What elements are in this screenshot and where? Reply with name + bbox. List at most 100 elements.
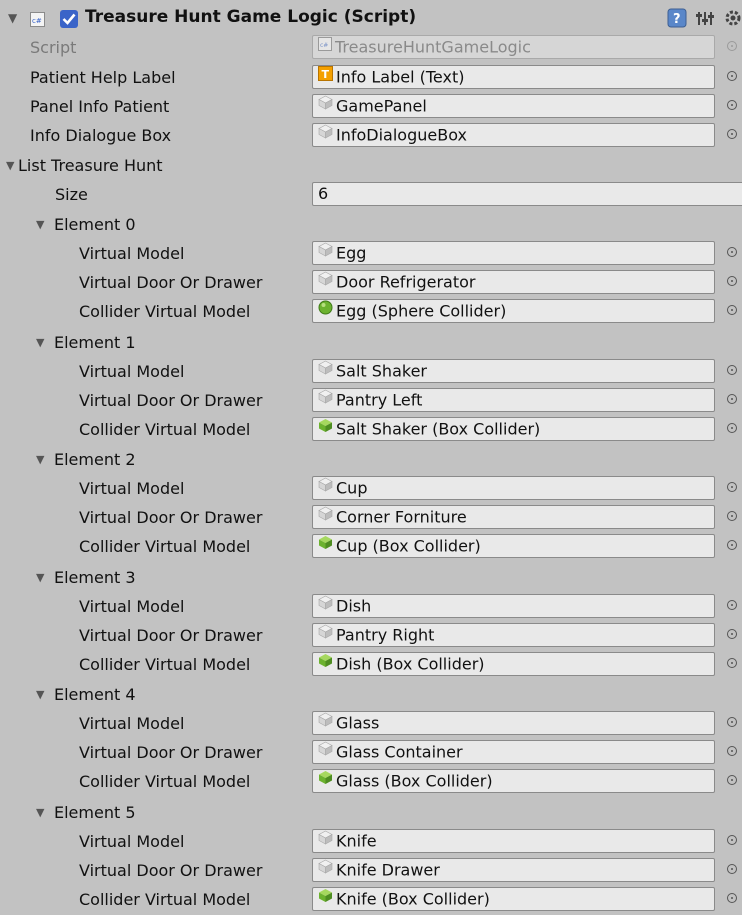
collider-virtual-model-field[interactable]: Egg (Sphere Collider): [312, 299, 715, 323]
collider-virtual-model-value: Knife (Box Collider): [336, 889, 490, 909]
object-picker-icon[interactable]: [727, 365, 737, 375]
collider-virtual-model-field[interactable]: Salt Shaker (Box Collider): [312, 417, 715, 441]
help-icon[interactable]: ?: [667, 8, 687, 28]
object-picker-icon[interactable]: [727, 511, 737, 521]
collider-virtual-model-field[interactable]: Knife (Box Collider): [312, 887, 715, 911]
object-picker-icon[interactable]: [727, 717, 737, 727]
virtual-model-label: Virtual Model: [79, 479, 185, 498]
script-file-icon: c#: [30, 12, 45, 27]
collider-virtual-model-row: Collider Virtual Model Salt Shaker (Box …: [0, 415, 742, 444]
virtual-model-field[interactable]: Egg: [312, 241, 715, 265]
element-foldout[interactable]: ▼ Element 2: [0, 445, 742, 474]
virtual-door-field[interactable]: Door Refrigerator: [312, 270, 715, 294]
field-1-field[interactable]: GamePanel: [312, 94, 715, 118]
field-2-label: Info Dialogue Box: [30, 126, 172, 145]
size-input[interactable]: 6: [312, 182, 742, 206]
object-picker-icon[interactable]: [727, 658, 737, 668]
virtual-door-row: Virtual Door Or Drawer Door Refrigerator: [0, 268, 742, 297]
foldout-arrow-icon[interactable]: ▼: [36, 328, 44, 357]
virtual-model-value: Knife: [336, 831, 377, 851]
collider-virtual-model-label: Collider Virtual Model: [79, 772, 251, 791]
collider-virtual-model-field[interactable]: Dish (Box Collider): [312, 652, 715, 676]
collider-virtual-model-field[interactable]: Glass (Box Collider): [312, 769, 715, 793]
object-picker-icon[interactable]: [727, 100, 737, 110]
collider-virtual-model-value: Salt Shaker (Box Collider): [336, 419, 541, 439]
object-picker-icon[interactable]: [727, 775, 737, 785]
field-0-value: Info Label (Text): [336, 67, 465, 87]
virtual-model-row: Virtual Model Cup: [0, 474, 742, 503]
virtual-model-row: Virtual Model Knife: [0, 827, 742, 856]
virtual-door-field[interactable]: Knife Drawer: [312, 858, 715, 882]
virtual-model-field[interactable]: Glass: [312, 711, 715, 735]
element-label: Element 0: [54, 215, 136, 234]
virtual-door-field[interactable]: Corner Forniture: [312, 505, 715, 529]
object-picker-icon[interactable]: [727, 276, 737, 286]
virtual-model-label: Virtual Model: [79, 597, 185, 616]
virtual-door-field[interactable]: Pantry Right: [312, 623, 715, 647]
object-picker-icon[interactable]: [727, 71, 737, 81]
virtual-model-field[interactable]: Salt Shaker: [312, 359, 715, 383]
virtual-door-field[interactable]: Glass Container: [312, 740, 715, 764]
gameobject-icon: [318, 595, 333, 616]
element-foldout[interactable]: ▼ Element 0: [0, 210, 742, 239]
field-0-label: Patient Help Label: [30, 68, 176, 87]
collider-virtual-model-label: Collider Virtual Model: [79, 302, 251, 321]
element-foldout[interactable]: ▼ Element 4: [0, 680, 742, 709]
element-foldout[interactable]: ▼ Element 1: [0, 328, 742, 357]
object-picker-icon[interactable]: [727, 129, 737, 139]
svg-text:c#: c#: [32, 17, 42, 25]
object-picker-icon[interactable]: [727, 629, 737, 639]
foldout-arrow-icon[interactable]: ▼: [36, 798, 44, 827]
element-label: Element 3: [54, 568, 136, 587]
object-picker-icon[interactable]: [727, 482, 737, 492]
collider-virtual-model-value: Egg (Sphere Collider): [336, 301, 507, 321]
object-picker-icon[interactable]: [727, 746, 737, 756]
foldout-arrow-icon[interactable]: ▼: [36, 210, 44, 239]
object-picker-icon[interactable]: [727, 864, 737, 874]
script-value: TreasureHuntGameLogic: [335, 37, 531, 57]
size-row: Size 6: [0, 180, 742, 209]
enabled-checkbox[interactable]: [59, 9, 79, 29]
element-foldout[interactable]: ▼ Element 5: [0, 798, 742, 827]
object-picker-icon[interactable]: [727, 247, 737, 257]
foldout-arrow-icon[interactable]: ▼: [36, 563, 44, 592]
size-label: Size: [55, 185, 88, 204]
object-picker-icon[interactable]: [727, 600, 737, 610]
foldout-arrow-icon[interactable]: ▼: [36, 680, 44, 709]
field-0-field[interactable]: T Info Label (Text): [312, 65, 715, 89]
virtual-model-label: Virtual Model: [79, 244, 185, 263]
object-picker-icon[interactable]: [727, 305, 737, 315]
collider-virtual-model-field[interactable]: Cup (Box Collider): [312, 534, 715, 558]
virtual-door-field[interactable]: Pantry Left: [312, 388, 715, 412]
virtual-model-value: Egg: [336, 243, 367, 263]
script-label: Script: [30, 38, 77, 57]
virtual-model-row: Virtual Model Salt Shaker: [0, 357, 742, 386]
virtual-door-value: Pantry Left: [336, 390, 423, 410]
object-picker-icon[interactable]: [727, 893, 737, 903]
virtual-model-field[interactable]: Knife: [312, 829, 715, 853]
component-title: Treasure Hunt Game Logic (Script): [85, 7, 417, 27]
field-2-field[interactable]: InfoDialogueBox: [312, 123, 715, 147]
foldout-arrow-icon[interactable]: ▼: [36, 445, 44, 474]
virtual-model-field[interactable]: Dish: [312, 594, 715, 618]
object-picker-icon[interactable]: [727, 835, 737, 845]
foldout-arrow-icon[interactable]: ▼: [6, 151, 14, 180]
collider-virtual-model-row: Collider Virtual Model Glass (Box Collid…: [0, 767, 742, 796]
element-foldout[interactable]: ▼ Element 3: [0, 563, 742, 592]
gameobject-icon: [318, 271, 333, 292]
svg-text:T: T: [322, 68, 330, 81]
virtual-model-field[interactable]: Cup: [312, 476, 715, 500]
collider-virtual-model-label: Collider Virtual Model: [79, 420, 251, 439]
object-picker-icon[interactable]: [727, 540, 737, 550]
foldout-arrow[interactable]: ▼: [8, 11, 17, 25]
collider-virtual-model-value: Glass (Box Collider): [336, 771, 493, 791]
component-header[interactable]: ▼ c# Treasure Hunt Game Logic (Script) ?: [0, 4, 742, 34]
list-foldout[interactable]: ▼ List Treasure Hunt: [0, 151, 742, 180]
box-collider-icon: [318, 888, 333, 909]
presets-icon[interactable]: [696, 9, 714, 27]
object-picker-icon[interactable]: [727, 394, 737, 404]
gear-icon[interactable]: [724, 9, 742, 27]
virtual-model-row: Virtual Model Dish: [0, 592, 742, 621]
object-picker-icon[interactable]: [727, 423, 737, 433]
gameobject-icon: [318, 859, 333, 880]
